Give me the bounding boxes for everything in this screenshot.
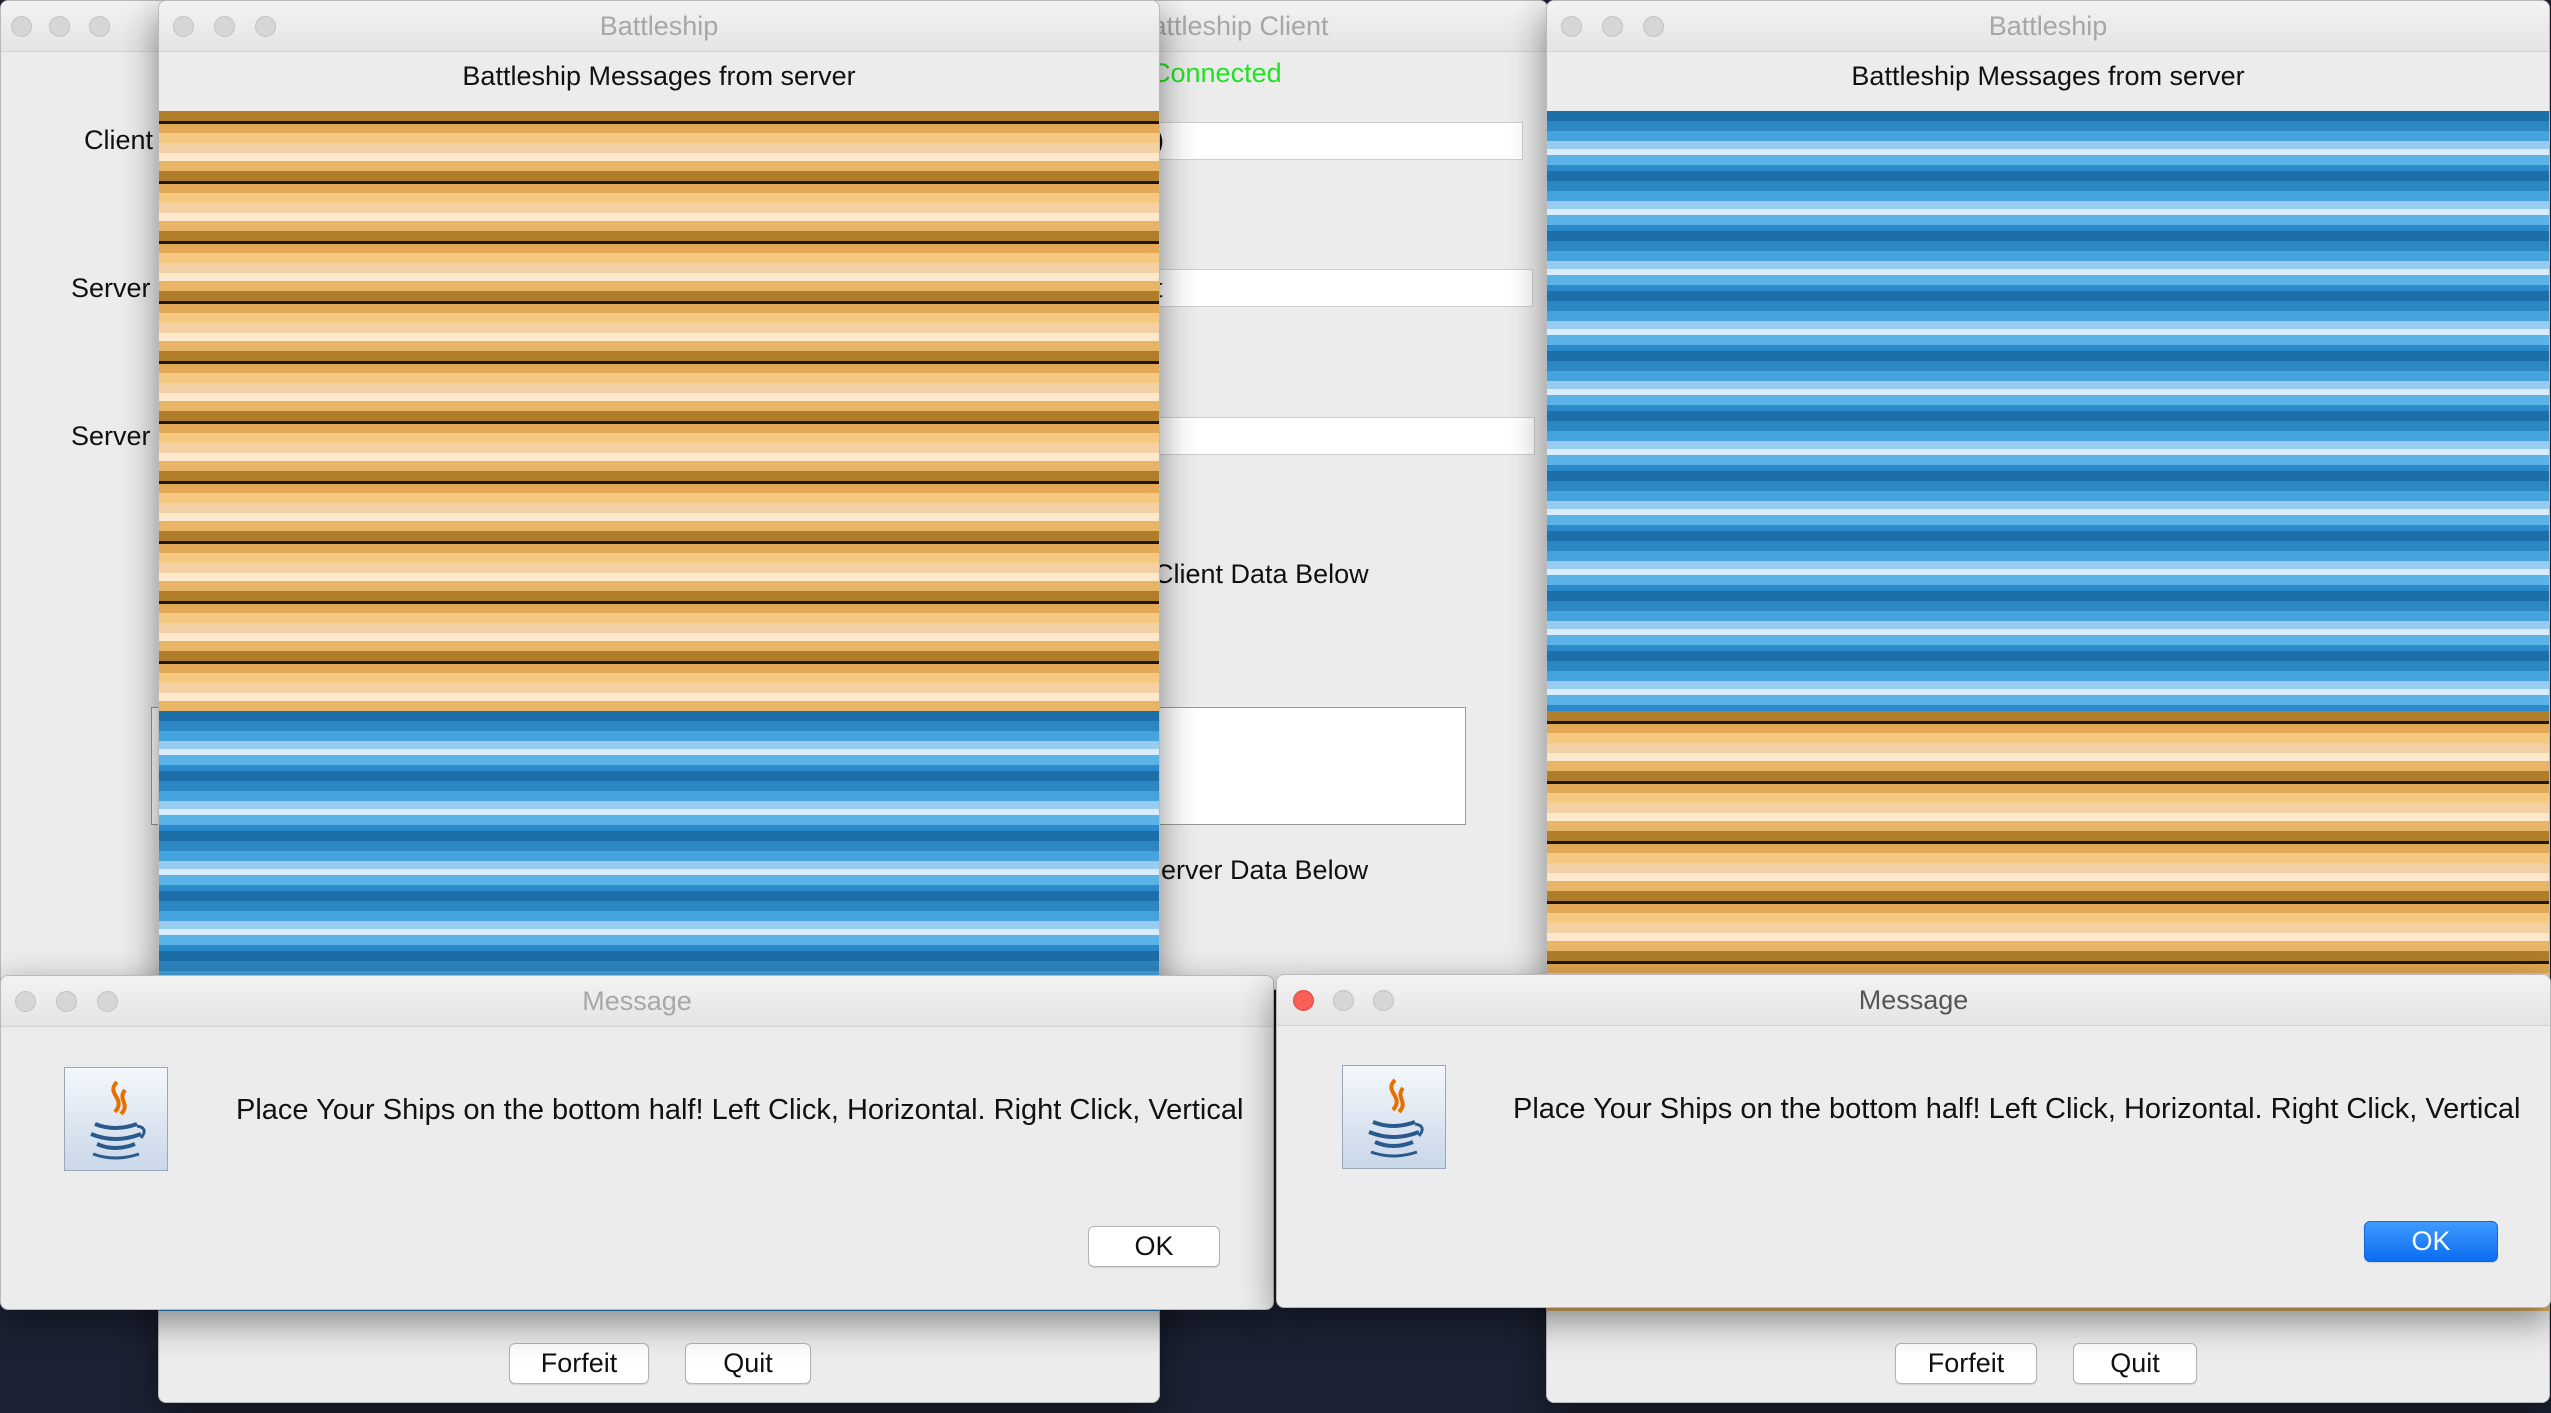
ok-button[interactable]: OK — [2364, 1221, 2498, 1262]
battleship-right-header: Battleship Messages from server — [1851, 61, 2245, 91]
zoom-icon[interactable] — [1373, 990, 1394, 1011]
server-label-1: Server I — [71, 273, 166, 303]
server-field-1[interactable] — [1151, 269, 1533, 307]
message-left-text: Place Your Ships on the bottom half! Lef… — [236, 1094, 1244, 1126]
battleship-left-header: Battleship Messages from server — [462, 61, 856, 91]
message-right-text: Place Your Ships on the bottom half! Lef… — [1513, 1093, 2521, 1125]
minimize-icon[interactable] — [214, 16, 235, 37]
minimize-icon[interactable] — [1333, 990, 1354, 1011]
zoom-icon[interactable] — [1643, 16, 1664, 37]
java-icon — [1342, 1065, 1446, 1169]
message-right-titlebar: Message — [1277, 975, 2550, 1026]
message-dialog-right: Message Place Your Ships on the bottom h… — [1276, 974, 2551, 1308]
server-label-2: Server I — [71, 421, 166, 451]
minimize-icon[interactable] — [56, 991, 77, 1012]
battleship-left-titlebar: Battleship — [159, 1, 1159, 52]
message-left-title: Message — [582, 986, 692, 1016]
close-icon[interactable] — [11, 16, 32, 37]
client-data-label: Client Data Below — [1154, 559, 1369, 589]
java-icon — [64, 1067, 168, 1171]
message-right-title: Message — [1858, 985, 1969, 1015]
client-field[interactable] — [1151, 122, 1523, 160]
server-data-label: erver Data Below — [1161, 855, 1369, 885]
opponent-grid-right[interactable] — [1547, 111, 2549, 711]
server-field-2[interactable] — [1151, 417, 1535, 455]
battleship-right-titlebar: Battleship — [1547, 1, 2549, 52]
ok-button[interactable]: OK — [1088, 1226, 1220, 1267]
zoom-icon[interactable] — [97, 991, 118, 1012]
minimize-icon[interactable] — [1602, 16, 1623, 37]
forfeit-button[interactable]: Forfeit — [1895, 1343, 2037, 1384]
message-dialog-left: Message Place Your Ships on the bottom h… — [0, 975, 1274, 1310]
close-icon[interactable] — [1561, 16, 1582, 37]
battleship-right-title: Battleship — [1988, 11, 2108, 41]
client-label: Client — [84, 125, 154, 155]
connection-status: Connected — [1151, 58, 1282, 88]
forfeit-button[interactable]: Forfeit — [509, 1343, 649, 1384]
zoom-icon[interactable] — [89, 16, 110, 37]
zoom-icon[interactable] — [255, 16, 276, 37]
quit-button[interactable]: Quit — [2073, 1343, 2197, 1384]
message-left-titlebar: Message — [1, 976, 1273, 1027]
opponent-grid-left[interactable] — [159, 111, 1159, 711]
close-icon[interactable] — [1293, 990, 1314, 1011]
close-icon[interactable] — [173, 16, 194, 37]
battleship-left-title: Battleship — [599, 11, 719, 41]
minimize-icon[interactable] — [49, 16, 70, 37]
close-icon[interactable] — [15, 991, 36, 1012]
quit-button[interactable]: Quit — [685, 1343, 811, 1384]
